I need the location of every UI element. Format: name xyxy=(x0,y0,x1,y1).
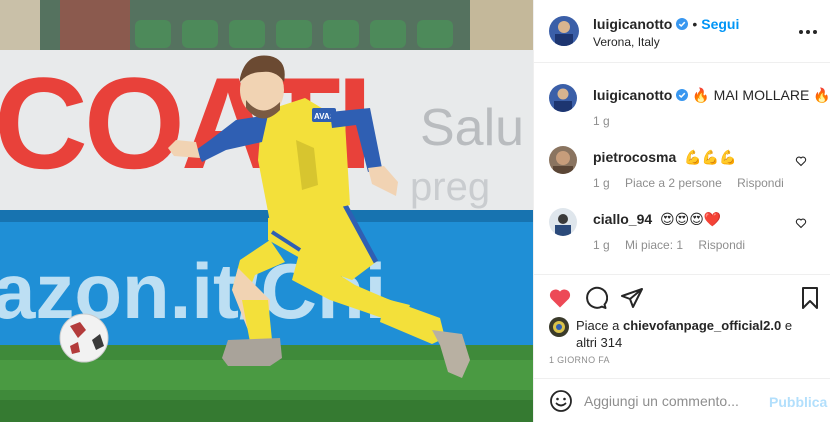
caption-text: MAI MOLLARE xyxy=(713,87,810,103)
like-heart-icon[interactable] xyxy=(548,286,572,310)
publish-button[interactable]: Pubblica xyxy=(769,394,827,410)
post-actions: Piace a chievofanpage_official2.0 e altr… xyxy=(534,274,830,374)
separator-dot: • xyxy=(692,16,698,32)
emoji-smiley-icon[interactable] xyxy=(549,389,573,413)
comment-text: 💪💪💪 xyxy=(684,149,737,165)
post-location[interactable]: Verona, Italy xyxy=(593,35,660,49)
comment-text-line: ciallo_94 😍😍😍❤️ xyxy=(593,210,721,228)
reply-button[interactable]: Rispondi xyxy=(698,238,745,252)
likes-prefix: Piace a xyxy=(576,318,620,333)
reply-button[interactable]: Rispondi xyxy=(737,176,784,190)
add-comment-bar: Pubblica xyxy=(534,378,830,422)
fire-emoji-icon: 🔥 xyxy=(813,87,830,103)
liker-avatar[interactable] xyxy=(549,317,569,337)
share-direct-icon[interactable] xyxy=(620,286,644,310)
comment-time[interactable]: 1 g xyxy=(593,238,610,252)
banner-top-sub2: preg xyxy=(410,165,490,209)
caption-avatar[interactable] xyxy=(549,84,577,112)
comment-username[interactable]: pietrocosma xyxy=(593,149,676,165)
author-username[interactable]: luigicanotto xyxy=(593,16,672,32)
caption-meta: 1 g xyxy=(593,114,622,128)
likes-text: Piace a chievofanpage_official2.0 e altr… xyxy=(576,317,816,351)
save-bookmark-icon[interactable] xyxy=(798,286,822,310)
comment-like-heart-icon[interactable] xyxy=(795,217,807,229)
follow-button[interactable]: Segui xyxy=(701,16,739,32)
comment-meta: 1 g Mi piace: 1 Rispondi xyxy=(593,238,757,252)
fire-emoji-icon: 🔥 xyxy=(692,87,710,103)
comments-list[interactable]: luigicanotto 🔥 MAI MOLLARE 🔥 1 g pietroco… xyxy=(534,64,830,274)
comment-likes-count[interactable]: Mi piace: 1 xyxy=(625,238,683,252)
author-avatar[interactable] xyxy=(549,16,579,46)
likes-user-link[interactable]: chievofanpage_official2.0 xyxy=(623,318,781,333)
verified-badge-icon xyxy=(676,89,689,101)
comment-input[interactable] xyxy=(584,391,759,411)
commenter-avatar[interactable] xyxy=(549,208,577,236)
commenter-avatar[interactable] xyxy=(549,146,577,174)
comment-time[interactable]: 1 g xyxy=(593,176,610,190)
comment-like-heart-icon[interactable] xyxy=(795,155,807,167)
post-photo[interactable]: COATI Salu preg azon.it/Chi AVAST xyxy=(0,0,533,422)
football xyxy=(59,313,109,363)
header-user-line: luigicanotto • Segui xyxy=(593,16,739,32)
caption-text-line: luigicanotto 🔥 MAI MOLLARE 🔥 xyxy=(593,86,830,104)
banner-top-sub: Salu xyxy=(420,99,524,157)
more-options-icon[interactable] xyxy=(796,22,820,42)
caption-username[interactable]: luigicanotto xyxy=(593,87,672,103)
comment-text: 😍😍😍❤️ xyxy=(660,211,722,227)
comment-meta: 1 g Piace a 2 persone Rispondi xyxy=(593,176,796,190)
post-header: luigicanotto • Segui Verona, Italy xyxy=(534,0,830,63)
comment-username[interactable]: ciallo_94 xyxy=(593,211,652,227)
post-side-panel: luigicanotto • Segui Verona, Italy luigi… xyxy=(533,0,830,422)
post-timestamp[interactable]: 1 GIORNO FA xyxy=(549,355,610,365)
comment-text-line: pietrocosma 💪💪💪 xyxy=(593,148,736,166)
comment-likes-count[interactable]: Piace a 2 persone xyxy=(625,176,722,190)
comment-bubble-icon[interactable] xyxy=(584,286,608,310)
caption-time[interactable]: 1 g xyxy=(593,114,610,128)
verified-badge-icon xyxy=(676,18,689,30)
